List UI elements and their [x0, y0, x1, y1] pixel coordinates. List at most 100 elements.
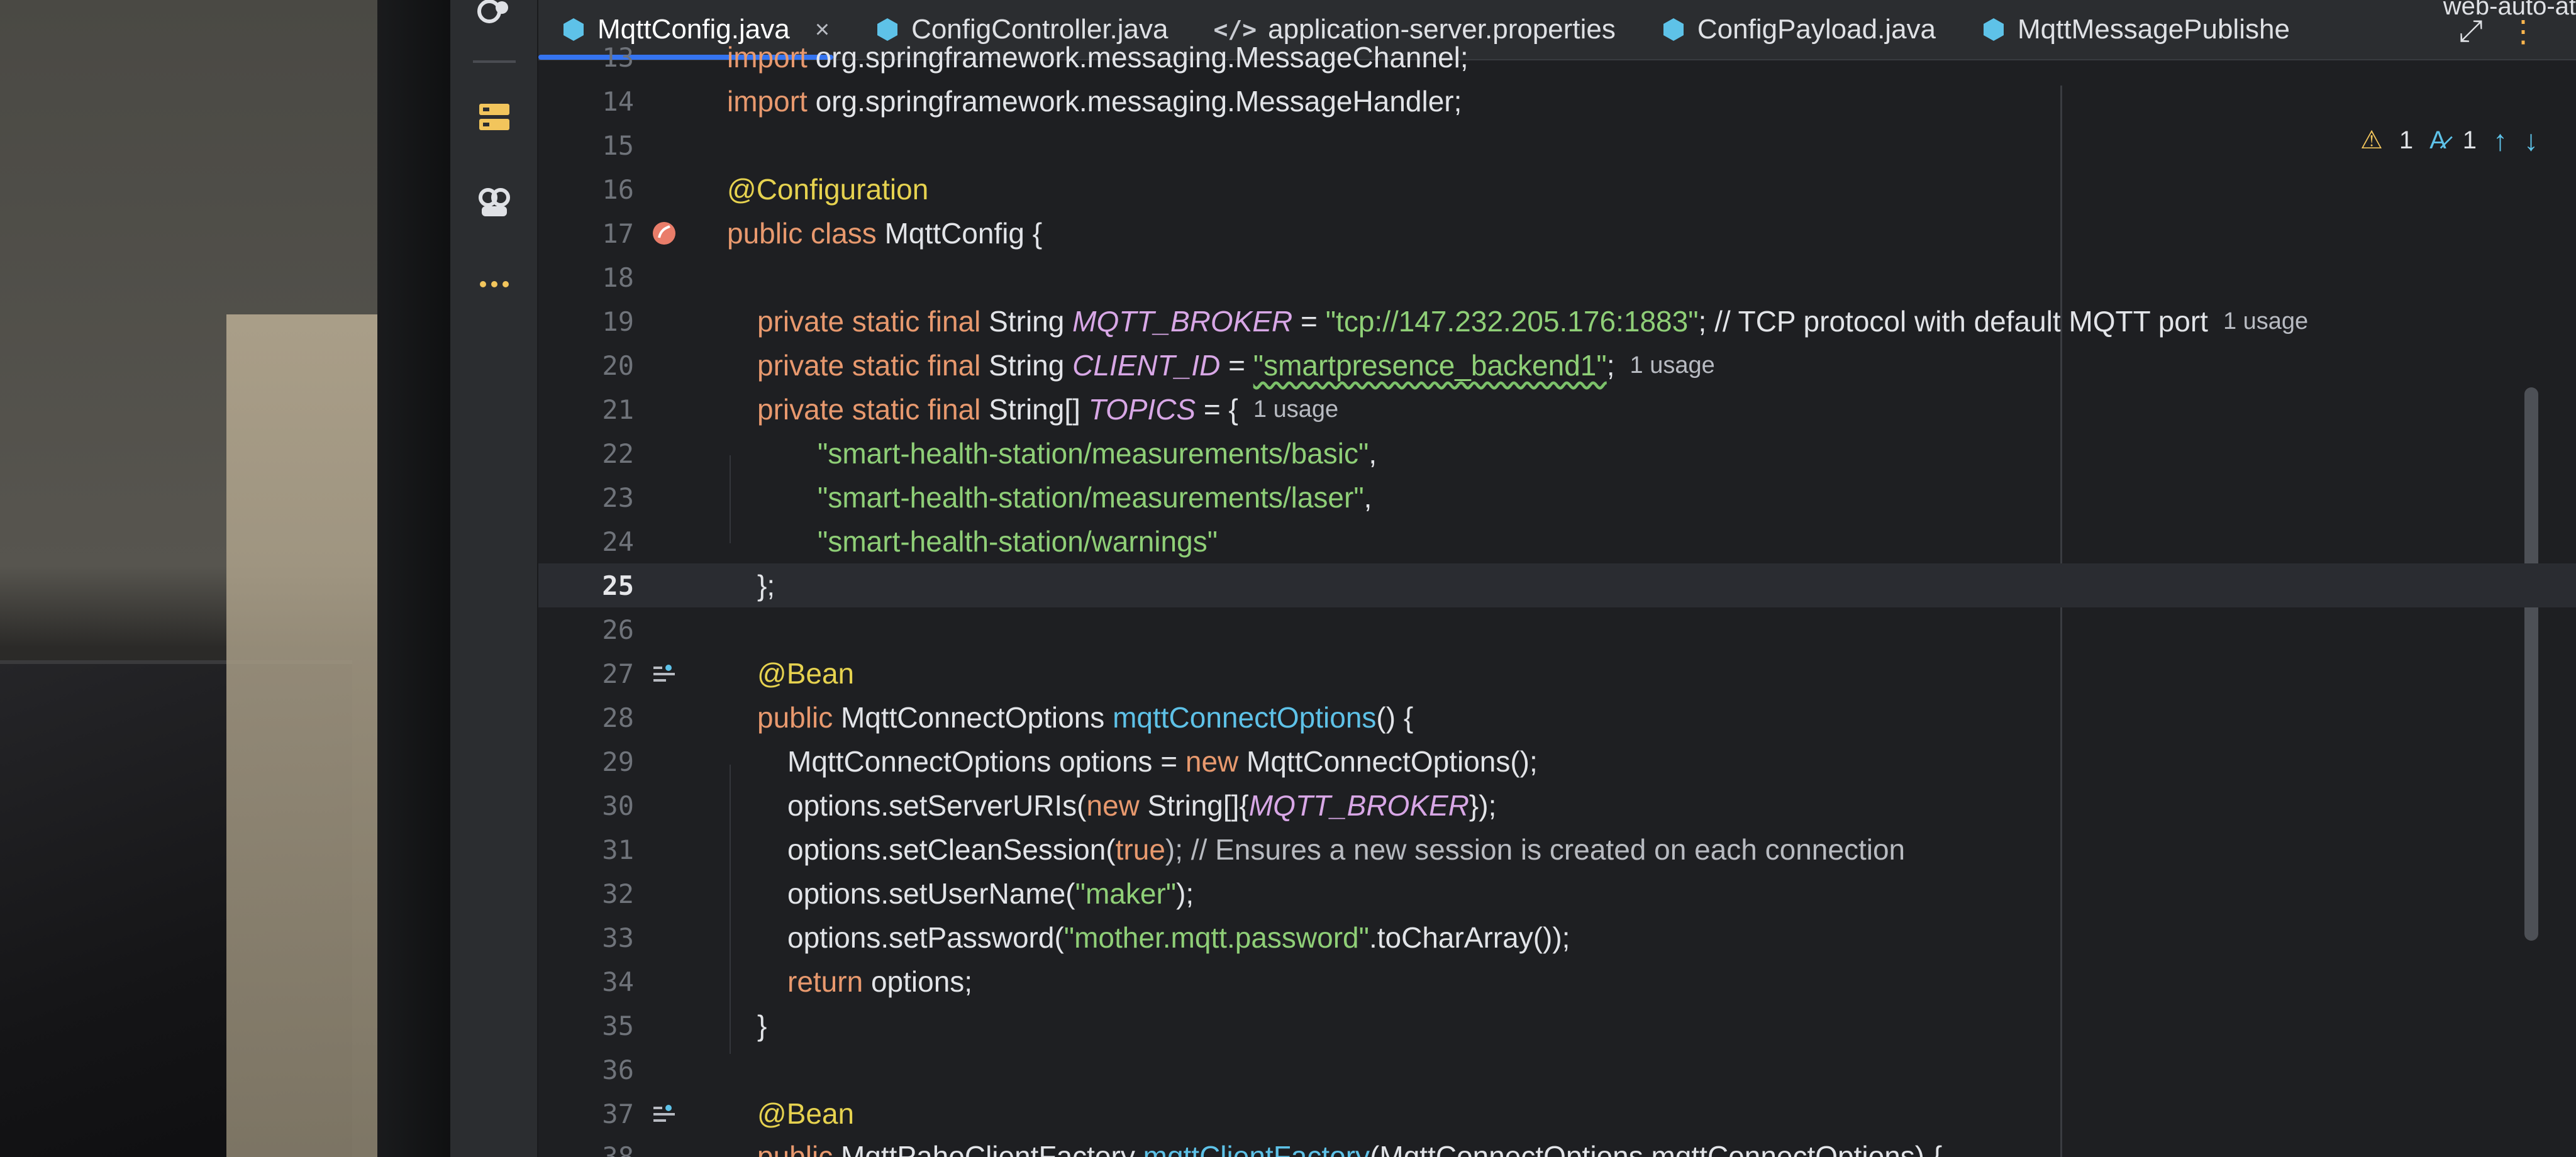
- line-number: 23: [602, 482, 634, 513]
- code-token: MqttConfig {: [884, 217, 1043, 250]
- code-line: 35 }: [538, 1004, 2576, 1048]
- code-token: org.springframework.messaging.MessageHan…: [815, 85, 1462, 118]
- structure-icon[interactable]: [468, 91, 521, 144]
- code-token: "smart-health-station/warnings": [818, 525, 1218, 558]
- usage-hint[interactable]: 1 usage: [2223, 308, 2308, 335]
- line-number: 34: [602, 966, 634, 997]
- code-token: () {: [1376, 701, 1414, 734]
- line-number: 29: [602, 746, 634, 777]
- code-line: 36: [538, 1048, 2576, 1092]
- code-line: 30 options.setServerURIs(new String[]{MQ…: [538, 783, 2576, 828]
- code-line: 18: [538, 255, 2576, 299]
- line-number: 25: [602, 570, 634, 601]
- code-token: MqttConnectOptions: [840, 701, 1113, 734]
- line-number: 17: [602, 218, 634, 249]
- line-number: 15: [602, 130, 634, 161]
- code-line: 24 "smart-health-station/warnings": [538, 519, 2576, 563]
- bean-config-gutter-icon[interactable]: [639, 1099, 689, 1128]
- code-line: 19 private static final String MQTT_BROK…: [538, 299, 2576, 343]
- code-line: 21 private static final String[] TOPICS …: [538, 387, 2576, 431]
- code-line: 13 import org.springframework.messaging.…: [538, 35, 2576, 79]
- code-line: 32 options.setUserName("maker");: [538, 872, 2576, 916]
- code-token: "tcp://147.232.205.176:1883": [1325, 305, 1699, 338]
- line-number: 24: [602, 526, 634, 557]
- code-token: CLIENT_ID: [1072, 349, 1221, 382]
- code-token: ; // TCP protocol with default MQTT port: [1698, 305, 2208, 338]
- code-line: 26: [538, 607, 2576, 651]
- more-tools-icon[interactable]: [468, 258, 521, 311]
- code-line: 33 options.setPassword("mother.mqtt.pass…: [538, 916, 2576, 960]
- code-line: 29 MqttConnectOptions options = new Mqtt…: [538, 739, 2576, 783]
- code-token: @Bean: [757, 1097, 855, 1130]
- code-line: 20 private static final String CLIENT_ID…: [538, 343, 2576, 387]
- line-number: 14: [602, 86, 634, 117]
- code-token: new: [1185, 745, 1247, 778]
- line-number: 32: [602, 878, 634, 909]
- activity-bar: [450, 0, 538, 1157]
- line-number: 37: [602, 1098, 634, 1129]
- code-token: @Configuration: [727, 173, 929, 206]
- code-token: .toCharArray());: [1368, 921, 1570, 954]
- code-token: mqttClientFactory: [1143, 1140, 1370, 1157]
- line-number: 33: [602, 922, 634, 953]
- code-token: (MqttConnectOptions mqttConnectOptions) …: [1370, 1140, 1943, 1157]
- code-token: "maker": [1075, 877, 1177, 910]
- code-token: ); // Ensures a new session is created o…: [1165, 833, 1906, 866]
- code-token: ,: [1363, 481, 1372, 514]
- line-number: 28: [602, 702, 634, 733]
- code-token: MQTT_BROKER: [1248, 789, 1469, 822]
- code-line: 17 public class MqttConfig {: [538, 211, 2576, 255]
- code-token: = {: [1196, 393, 1238, 426]
- project-icon[interactable]: [468, 0, 521, 40]
- code-line: 23 "smart-health-station/measurements/la…: [538, 475, 2576, 519]
- code-token: =: [1292, 305, 1326, 338]
- usage-hint[interactable]: 1 usage: [1630, 352, 1715, 379]
- code-line: 31 options.setCleanSession(true); // Ens…: [538, 828, 2576, 872]
- line-number: 30: [602, 790, 634, 821]
- code-token: MqttPahoClientFactory: [840, 1140, 1143, 1157]
- line-number: 16: [602, 174, 634, 205]
- code-token: return: [787, 965, 871, 998]
- code-token: String: [989, 305, 1073, 338]
- code-token: new: [1086, 789, 1148, 822]
- code-token: org.springframework.messaging.MessageCha…: [815, 41, 1468, 74]
- code-token: MQTT_BROKER: [1072, 305, 1293, 338]
- code-token: }: [757, 1009, 767, 1042]
- code-token: options;: [870, 965, 973, 998]
- line-number: 36: [602, 1054, 634, 1085]
- code-token: private static final: [757, 349, 989, 382]
- code-line: 27 @Bean: [538, 651, 2576, 695]
- code-line: 38 public MqttPahoClientFactory mqttClie…: [538, 1134, 2576, 1157]
- code-token: =: [1220, 349, 1253, 382]
- code-line: 16 @Configuration: [538, 167, 2576, 211]
- line-number: 26: [602, 614, 634, 645]
- line-number: 19: [602, 306, 634, 337]
- code-token: options.setUserName(: [787, 877, 1075, 910]
- spring-bean-gutter-icon[interactable]: [639, 219, 689, 248]
- code-token: options.setPassword(: [787, 921, 1064, 954]
- line-number: 21: [602, 394, 634, 425]
- code-token: });: [1468, 789, 1497, 822]
- monitor-bezel: [377, 0, 459, 1157]
- code-token: "mother.mqtt.password": [1063, 921, 1369, 954]
- line-number: 35: [602, 1010, 634, 1041]
- services-icon[interactable]: [468, 176, 521, 229]
- code-token: public class: [727, 217, 885, 250]
- usage-hint[interactable]: 1 usage: [1253, 396, 1338, 423]
- code-line: 37 @Bean: [538, 1092, 2576, 1136]
- code-token: String: [989, 349, 1073, 382]
- code-line: 28 public MqttConnectOptions mqttConnect…: [538, 695, 2576, 739]
- code-line: 34 return options;: [538, 960, 2576, 1004]
- line-number: 22: [602, 438, 634, 469]
- code-token: options.setCleanSession(: [787, 833, 1116, 866]
- code-token: true: [1115, 833, 1165, 866]
- code-token: private static final: [757, 393, 989, 426]
- code-token: @Bean: [757, 657, 855, 690]
- code-token: String[]{: [1147, 789, 1249, 822]
- bean-config-gutter-icon[interactable]: [639, 659, 689, 688]
- code-token: mqttConnectOptions: [1113, 701, 1377, 734]
- code-editor[interactable]: ⚠ 1 A̷ 1 ↑ ↓ 13 import org.springframewo…: [538, 41, 2576, 1157]
- code-token: MqttConnectOptions options =: [787, 745, 1185, 778]
- code-token: ;: [1606, 349, 1615, 382]
- code-line: 22 "smart-health-station/measurements/ba…: [538, 431, 2576, 475]
